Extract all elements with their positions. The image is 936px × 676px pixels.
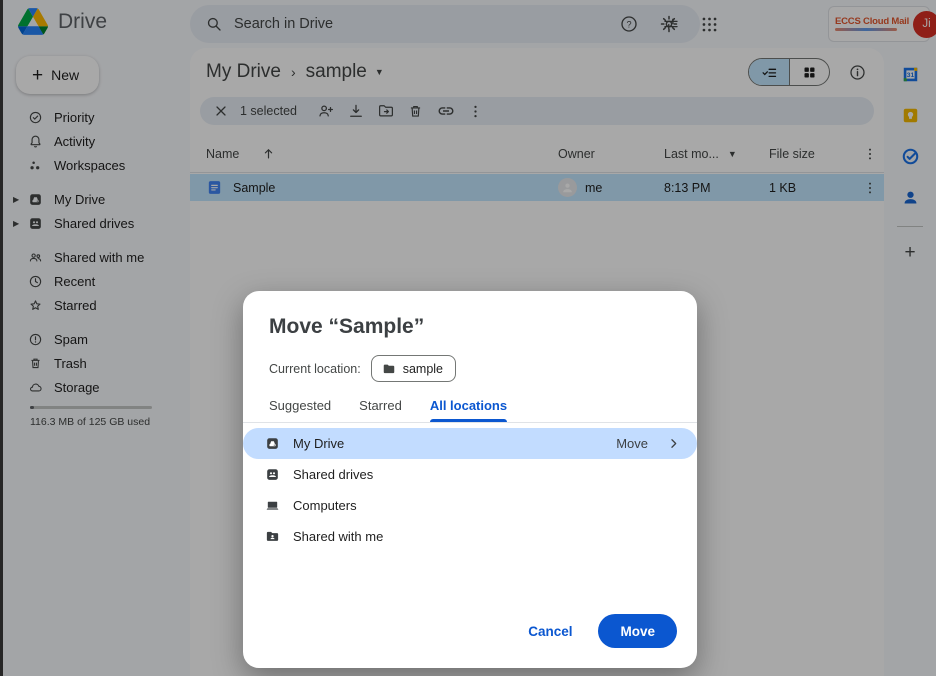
location-row-shared-drives[interactable]: Shared drives: [243, 459, 697, 490]
tab-starred[interactable]: Starred: [359, 398, 402, 422]
location-row-shared-with-me[interactable]: Shared with me: [243, 521, 697, 552]
location-row-computers[interactable]: Computers: [243, 490, 697, 521]
tab-suggested[interactable]: Suggested: [269, 398, 331, 422]
computer-icon: [265, 498, 280, 513]
location-row-my-drive[interactable]: My Drive Move: [243, 428, 697, 459]
row-move-label[interactable]: Move: [616, 436, 648, 451]
location-label: Shared with me: [293, 529, 383, 544]
move-dialog: Move “Sample” Current location: sample S…: [243, 291, 697, 668]
shared-folder-icon: [265, 529, 280, 544]
folder-icon: [382, 362, 396, 376]
tab-all-locations[interactable]: All locations: [430, 398, 507, 422]
dialog-title: Move “Sample”: [243, 291, 697, 339]
location-label: Computers: [293, 498, 357, 513]
my-drive-icon: [265, 436, 280, 451]
current-location-label: Current location:: [269, 362, 361, 376]
dialog-tabs: Suggested Starred All locations: [243, 382, 697, 423]
location-label: My Drive: [293, 436, 344, 451]
current-location-chip[interactable]: sample: [371, 355, 456, 382]
chevron-right-icon[interactable]: [666, 436, 681, 451]
location-label: Shared drives: [293, 467, 373, 482]
cancel-button[interactable]: Cancel: [528, 624, 572, 639]
location-list: My Drive Move Shared drives Computers Sh…: [243, 423, 697, 552]
current-location-name: sample: [403, 362, 443, 376]
shared-drives-icon: [265, 467, 280, 482]
move-button[interactable]: Move: [598, 614, 677, 648]
